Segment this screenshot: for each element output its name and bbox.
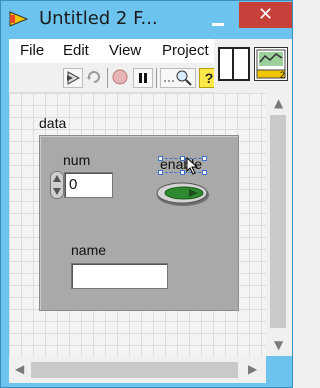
run-arrow-icon[interactable] — [63, 68, 83, 88]
enable-boolean-button[interactable] — [155, 181, 211, 207]
vi-icon-number: 2 — [279, 70, 285, 80]
num-increment-decrement-icon[interactable] — [50, 171, 64, 199]
resize-handle[interactable] — [158, 156, 163, 161]
menu-edit[interactable]: Edit — [63, 42, 89, 59]
close-button[interactable]: ✕ — [239, 2, 292, 28]
run-continuously-icon[interactable] — [85, 68, 105, 88]
connector-panel-area: 2 — [214, 39, 292, 93]
toolbar-separator — [107, 68, 108, 88]
menu-file[interactable]: File — [20, 42, 44, 59]
resize-handle[interactable] — [202, 170, 207, 175]
connector-pane[interactable] — [218, 47, 250, 81]
vi-icon[interactable]: 2 — [254, 47, 288, 81]
labview-app-icon — [9, 11, 29, 27]
abort-execution-icon[interactable] — [111, 68, 131, 88]
name-label[interactable]: name — [71, 242, 106, 258]
toolbar: ? — [9, 63, 219, 93]
num-numeric-control[interactable]: 0 — [64, 172, 113, 198]
scroll-up-icon[interactable]: ▲ — [274, 96, 283, 110]
scroll-down-icon[interactable]: ▼ — [274, 338, 283, 352]
menu-bar: File Edit View Project — [9, 39, 214, 63]
vertical-scroll-thumb[interactable] — [270, 115, 286, 328]
resize-handle[interactable] — [202, 156, 207, 161]
cluster-label[interactable]: data — [39, 115, 66, 131]
scroll-right-icon[interactable]: ▶ — [248, 362, 257, 376]
title-bar[interactable]: Untitled 2 F... ✕ — [1, 1, 292, 39]
menu-view[interactable]: View — [109, 42, 141, 59]
num-label[interactable]: num — [63, 152, 90, 168]
toolbar-separator — [156, 68, 157, 88]
resize-handle[interactable] — [158, 170, 163, 175]
name-string-control[interactable] — [71, 263, 168, 289]
pause-icon[interactable] — [133, 68, 153, 88]
resize-handle[interactable] — [180, 156, 185, 161]
vertical-scrollbar[interactable]: ▲ ▼ — [266, 93, 292, 356]
highlight-execution-icon[interactable] — [160, 68, 196, 88]
labview-front-panel-window: Untitled 2 F... ✕ File Edit View Project… — [0, 0, 293, 388]
scroll-left-icon[interactable]: ◀ — [15, 362, 24, 376]
horizontal-scrollbar[interactable]: ◀ ▶ — [9, 356, 266, 383]
resize-handle[interactable] — [180, 170, 185, 175]
menu-project[interactable]: Project — [162, 42, 209, 59]
minimize-icon[interactable] — [206, 11, 234, 29]
mouse-pointer-icon — [186, 156, 202, 175]
horizontal-scroll-thumb[interactable] — [31, 362, 238, 378]
window-title: Untitled 2 F... — [39, 8, 158, 29]
